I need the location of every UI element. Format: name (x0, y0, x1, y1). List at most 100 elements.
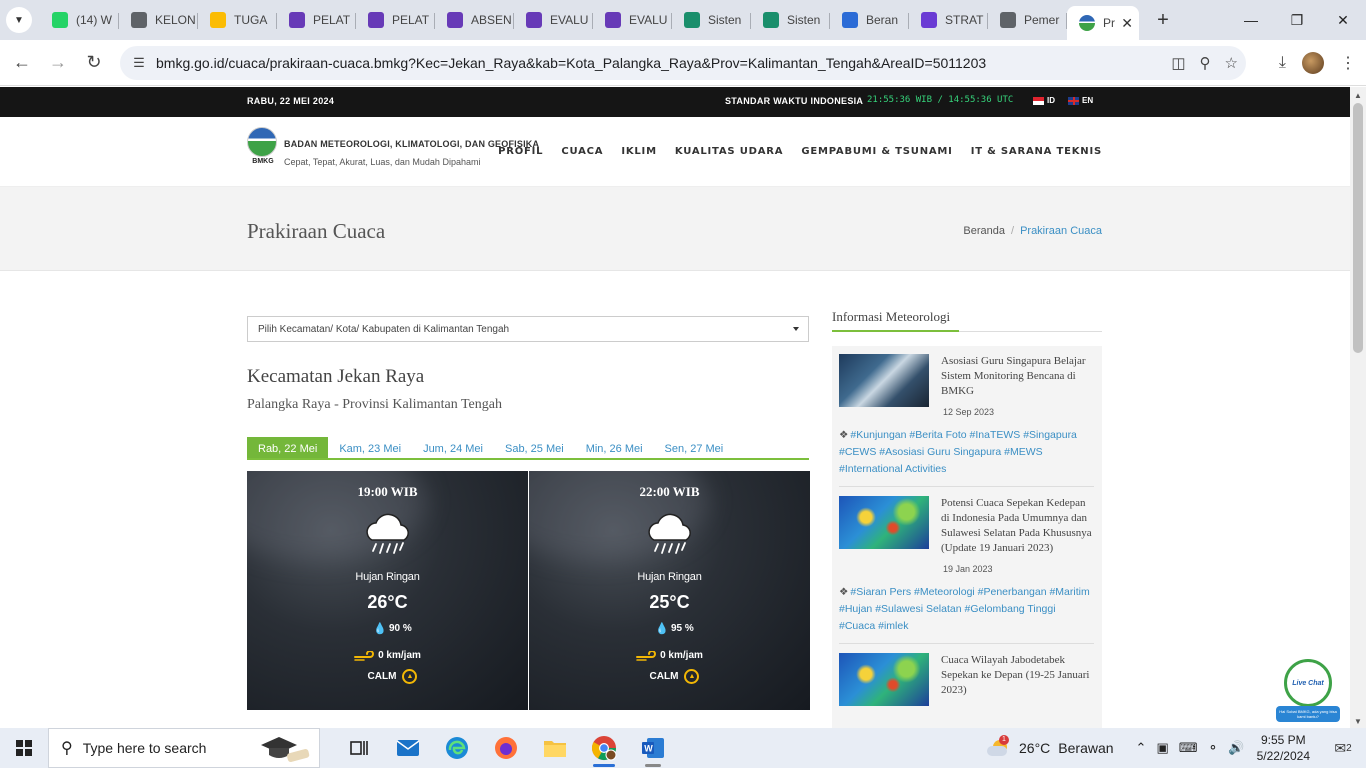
day-tab-rab[interactable]: Rab, 22 Mei (247, 437, 329, 458)
taskbar-word[interactable]: W (628, 728, 677, 768)
task-view-button[interactable] (334, 728, 383, 768)
live-chat-bar: Hai Sobat BMKG, ada yang bisa kami bantu… (1276, 706, 1340, 722)
download-icon[interactable]: ⤓ (1279, 54, 1286, 72)
browser-tab[interactable]: KELON (119, 5, 198, 35)
day-tab-sab[interactable]: Sab, 25 Mei (494, 437, 575, 458)
news-item[interactable]: Asosiasi Guru Singapura Belajar Sistem M… (839, 354, 1094, 417)
standard-time-label: STANDAR WAKTU INDONESIA (725, 96, 864, 106)
browser-tab[interactable]: ABSEN (435, 5, 514, 35)
scroll-down-icon[interactable]: ▼ (1354, 717, 1362, 726)
nav-iklim[interactable]: IKLIM (621, 146, 657, 157)
site-info-icon[interactable]: ☰ (124, 55, 154, 71)
news-thumbnail[interactable] (839, 653, 929, 706)
news-title[interactable]: Asosiasi Guru Singapura Belajar Sistem M… (941, 354, 1094, 399)
news-tags-text[interactable]: #Siaran Pers #Meteorologi #Penerbangan #… (839, 586, 1090, 632)
back-button[interactable]: ← (4, 45, 40, 81)
live-chat-widget[interactable]: Live Chat Hai Sobat BMKG, ada yang bisa … (1276, 659, 1340, 723)
taskbar-weather[interactable]: 1 26°C Berawan (985, 735, 1114, 758)
browser-tab[interactable]: EVALU (593, 5, 672, 35)
bmkg-logo[interactable]: BMKG (247, 127, 279, 167)
news-thumbnail[interactable] (839, 354, 929, 407)
news-item[interactable]: Potensi Cuaca Sepekan Kedepan di Indones… (839, 496, 1094, 574)
taskbar-chrome[interactable] (579, 728, 628, 768)
browser-tab[interactable]: Pemer (988, 5, 1067, 35)
taskbar-file-explorer[interactable] (530, 728, 579, 768)
start-button[interactable] (0, 728, 48, 768)
language-en-link[interactable]: EN (1068, 96, 1093, 105)
weather-alert-badge: 1 (999, 735, 1009, 745)
browser-tab[interactable]: Sisten (751, 5, 830, 35)
browser-tab[interactable]: STRAT (909, 5, 988, 35)
taskbar-edge[interactable] (432, 728, 481, 768)
nav-profil[interactable]: PROFIL (498, 146, 543, 157)
site-header: BMKG BADAN METEOROLOGI, KLIMATOLOGI, DAN… (0, 117, 1350, 187)
browser-tab[interactable]: EVALU (514, 5, 593, 35)
forecast-cards: 19:00 WIB Hujan Ringan 26°C 💧 90 % 0 km/… (247, 471, 810, 710)
volume-icon[interactable]: 🔊 (1228, 740, 1244, 756)
page-scrollbar[interactable]: ▲ ▼ (1350, 87, 1366, 728)
reload-button[interactable]: ↻ (76, 45, 112, 81)
day-tab-min[interactable]: Min, 26 Mei (575, 437, 654, 458)
browser-tab[interactable]: Sisten (672, 5, 751, 35)
wifi-icon[interactable]: ⚬ (1208, 740, 1219, 756)
water-drop-icon: 💧 (655, 623, 669, 635)
nav-kualitas-udara[interactable]: KUALITAS UDARA (675, 146, 784, 157)
close-window-button[interactable]: ✕ (1320, 0, 1366, 40)
breadcrumb-home[interactable]: Beranda (963, 225, 1005, 237)
meet-now-icon[interactable]: ▣ (1156, 740, 1168, 756)
notifications-button[interactable]: ✉ 2 (1328, 740, 1358, 757)
close-tab-icon[interactable]: ✕ (1121, 15, 1133, 32)
day-tab-sen[interactable]: Sen, 27 Mei (654, 437, 735, 458)
forecast-wind: 0 km/jam (529, 650, 810, 661)
svg-text:W: W (644, 744, 653, 754)
forecast-time: 19:00 WIB (357, 484, 418, 499)
news-item[interactable]: Cuaca Wilayah Jabodetabek Sepekan ke Dep… (839, 653, 1094, 706)
profile-avatar[interactable] (1302, 51, 1324, 74)
news-thumbnail[interactable] (839, 496, 929, 549)
restore-button[interactable]: ❐ (1274, 0, 1320, 40)
taskbar-mail[interactable] (383, 728, 432, 768)
news-title[interactable]: Potensi Cuaca Sepekan Kedepan di Indones… (941, 496, 1094, 556)
show-hidden-icons-chevron-icon[interactable]: ⌃ (1136, 740, 1147, 756)
forecast-wind-direction: CALM ▲ (247, 669, 528, 684)
language-id-link[interactable]: ID (1033, 96, 1055, 105)
browser-tab[interactable]: (14) W (40, 5, 119, 35)
day-tab-kam[interactable]: Kam, 23 Mei (328, 437, 412, 458)
breadcrumb-current[interactable]: Prakiraan Cuaca (1020, 225, 1102, 237)
system-clock[interactable]: 9:55 PM 5/22/2024 (1257, 732, 1310, 764)
forward-button[interactable]: → (40, 45, 76, 81)
nav-cuaca[interactable]: CUACA (561, 146, 603, 157)
browser-tab[interactable]: PELAT (277, 5, 356, 35)
taskbar-search[interactable]: ⚲ Type here to search (48, 728, 320, 768)
scrollbar-thumb[interactable] (1353, 103, 1363, 353)
zoom-icon[interactable]: ⚲ (1200, 54, 1211, 72)
address-bar[interactable]: ☰ bmkg.go.id/cuaca/prakiraan-cuaca.bmkg?… (120, 46, 1246, 80)
browser-tab[interactable]: PELAT (356, 5, 435, 35)
url-text[interactable]: bmkg.go.id/cuaca/prakiraan-cuaca.bmkg?Ke… (156, 55, 986, 71)
tab-favicon-icon (131, 12, 147, 28)
kecamatan-select[interactable]: Pilih Kecamatan/ Kota/ Kabupaten di Kali… (247, 316, 809, 342)
clock-time: 9:55 PM (1260, 733, 1306, 747)
new-tab-button[interactable]: + (1149, 9, 1177, 32)
browser-tab-active[interactable]: Pr ✕ (1067, 6, 1139, 40)
day-tab-jum[interactable]: Jum, 24 Mei (412, 437, 494, 458)
news-date: 19 Jan 2023 (943, 564, 993, 574)
forecast-condition: Hujan Ringan (637, 571, 702, 583)
translate-icon[interactable]: ◫ (1171, 54, 1185, 72)
nav-gempabumi-tsunami[interactable]: GEMPABUMI & TSUNAMI (801, 146, 952, 157)
tab-search-button[interactable]: ▼ (6, 7, 32, 33)
nav-it-sarana-teknis[interactable]: IT & SARANA TEKNIS (971, 146, 1102, 157)
browser-tab[interactable]: Beran (830, 5, 909, 35)
menu-kebab-icon[interactable]: ⋮ (1340, 53, 1356, 73)
browser-tab-label: EVALU (550, 13, 589, 27)
bookmark-star-icon[interactable]: ☆ (1225, 54, 1238, 72)
taskbar-firefox[interactable] (481, 728, 530, 768)
tab-favicon-icon (368, 12, 384, 28)
wind-direction-arrow-icon: ▲ (402, 669, 418, 684)
input-method-icon[interactable]: ⌨ (1179, 740, 1198, 756)
scroll-up-icon[interactable]: ▲ (1354, 91, 1362, 100)
news-tags-text[interactable]: #Kunjungan #Berita Foto #InaTEWS #Singap… (839, 429, 1077, 475)
news-title[interactable]: Cuaca Wilayah Jabodetabek Sepekan ke Dep… (941, 653, 1094, 698)
browser-tab[interactable]: TUGA (198, 5, 277, 35)
minimize-button[interactable]: — (1228, 0, 1274, 40)
